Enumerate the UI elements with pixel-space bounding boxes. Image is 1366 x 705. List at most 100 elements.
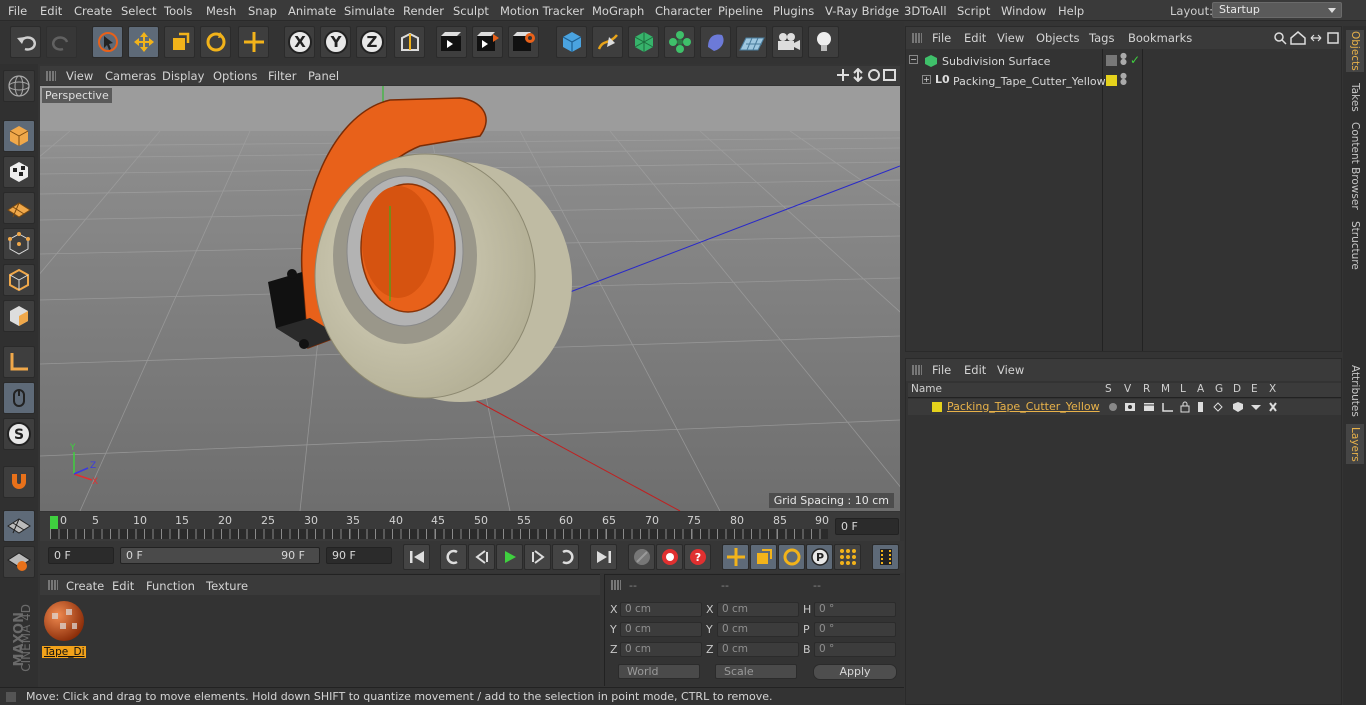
max-frame-field[interactable]: 90 F bbox=[326, 547, 392, 564]
redo-icon[interactable] bbox=[46, 26, 77, 58]
menu-select[interactable]: Select bbox=[121, 4, 156, 18]
play-icon[interactable] bbox=[496, 544, 523, 570]
key-position-icon[interactable] bbox=[722, 544, 749, 570]
tab-layers[interactable]: Layers bbox=[1346, 424, 1364, 464]
next-frame-icon[interactable] bbox=[524, 544, 551, 570]
tab-attributes[interactable]: Attributes bbox=[1346, 362, 1364, 420]
tweak-mode-icon[interactable] bbox=[3, 382, 35, 414]
menu-edit[interactable]: Edit bbox=[40, 4, 62, 18]
texture-mode-icon[interactable] bbox=[3, 156, 35, 188]
rotation-h-field[interactable]: 0 ° bbox=[814, 602, 896, 617]
timeline-ruler[interactable]: 0 5 10 15 20 25 30 35 40 45 50 55 60 65 … bbox=[40, 512, 900, 541]
rotation-p-field[interactable]: 0 ° bbox=[814, 622, 896, 637]
lock-workplane-icon[interactable] bbox=[3, 510, 35, 542]
layer-color-swatch[interactable] bbox=[932, 402, 942, 412]
vp-menu-panel[interactable]: Panel bbox=[308, 69, 339, 83]
object-row-packing-tape[interactable]: + L0 Packing_Tape_Cutter_Yellow ● ● bbox=[906, 71, 1341, 91]
menu-tools[interactable]: Tools bbox=[164, 4, 192, 18]
layer-name[interactable]: Packing_Tape_Cutter_Yellow bbox=[947, 400, 1100, 413]
object-row-subdivision[interactable]: − Subdivision Surface ● ● ✓ bbox=[906, 51, 1341, 71]
visibility-dots-icon[interactable]: ● ● bbox=[1120, 52, 1127, 66]
select-arrow-icon[interactable] bbox=[92, 26, 123, 58]
layer-col-m[interactable]: M bbox=[1161, 383, 1170, 395]
menu-character[interactable]: Character bbox=[655, 4, 712, 18]
mat-menu-create[interactable]: Create bbox=[66, 579, 104, 593]
menu-mograph[interactable]: MoGraph bbox=[592, 4, 644, 18]
collapse-toggle-icon[interactable]: − bbox=[909, 55, 918, 64]
layer-toggle-icons[interactable] bbox=[1108, 401, 1278, 416]
obj-menu-edit[interactable]: Edit bbox=[964, 31, 986, 45]
tab-content-browser[interactable]: Content Browser bbox=[1346, 120, 1364, 212]
menu-script[interactable]: Script bbox=[957, 4, 990, 18]
object-name[interactable]: Packing_Tape_Cutter_Yellow bbox=[953, 75, 1106, 88]
coord-system-dropdown[interactable]: World bbox=[618, 664, 700, 679]
menu-window[interactable]: Window bbox=[1001, 4, 1046, 18]
subdivision-icon[interactable] bbox=[628, 26, 659, 58]
menu-vray-bridge[interactable]: V-Ray Bridge bbox=[825, 4, 899, 18]
layer-col-name[interactable]: Name bbox=[911, 383, 942, 395]
scale-icon[interactable] bbox=[164, 26, 195, 58]
menu-simulate[interactable]: Simulate bbox=[344, 4, 395, 18]
layer-tag-icon[interactable] bbox=[1106, 55, 1117, 66]
position-z-field[interactable]: 0 cm bbox=[620, 642, 702, 657]
tab-takes[interactable]: Takes bbox=[1346, 78, 1364, 116]
object-name[interactable]: Subdivision Surface bbox=[942, 55, 1050, 68]
material-swatch[interactable]: Tape_Di bbox=[42, 599, 86, 659]
light-icon[interactable] bbox=[808, 26, 839, 58]
vp-menu-view[interactable]: View bbox=[66, 69, 93, 83]
expand-toggle-icon[interactable]: + bbox=[922, 75, 931, 84]
position-x-field[interactable]: 0 cm bbox=[620, 602, 702, 617]
obj-menu-bookmarks[interactable]: Bookmarks bbox=[1128, 31, 1192, 45]
end-frame-field[interactable]: 0 F bbox=[835, 518, 899, 535]
record-disabled-icon[interactable] bbox=[628, 544, 655, 570]
go-to-start-icon[interactable] bbox=[403, 544, 430, 570]
points-mode-icon[interactable] bbox=[3, 228, 35, 260]
undo-icon[interactable] bbox=[10, 26, 41, 58]
mat-menu-texture[interactable]: Texture bbox=[206, 579, 248, 593]
current-frame-field[interactable]: 0 F bbox=[48, 547, 114, 564]
size-y-field[interactable]: 0 cm bbox=[717, 622, 799, 637]
menu-motion-tracker[interactable]: Motion Tracker bbox=[500, 4, 584, 18]
workplane-mode-icon[interactable] bbox=[3, 192, 35, 224]
move-add-icon[interactable] bbox=[238, 26, 269, 58]
y-axis-icon[interactable]: Y bbox=[320, 26, 351, 58]
prev-key-icon[interactable] bbox=[440, 544, 467, 570]
tab-objects[interactable]: Objects bbox=[1346, 30, 1364, 72]
mat-menu-function[interactable]: Function bbox=[146, 579, 195, 593]
mode-sphere-icon[interactable] bbox=[3, 70, 35, 102]
perspective-label[interactable]: Perspective bbox=[42, 88, 112, 103]
menu-sculpt[interactable]: Sculpt bbox=[453, 4, 489, 18]
key-pla-icon[interactable] bbox=[834, 544, 861, 570]
layer-col-g[interactable]: G bbox=[1215, 383, 1223, 395]
menu-mesh[interactable]: Mesh bbox=[206, 4, 236, 18]
layout-dropdown[interactable]: Startup bbox=[1212, 2, 1342, 18]
autokey-icon[interactable] bbox=[656, 544, 683, 570]
layer-col-s[interactable]: S bbox=[1105, 383, 1112, 395]
size-z-field[interactable]: 0 cm bbox=[717, 642, 799, 657]
mograph-cloner-icon[interactable] bbox=[664, 26, 695, 58]
vp-menu-display[interactable]: Display bbox=[162, 69, 204, 83]
floor-icon[interactable] bbox=[736, 26, 767, 58]
coord-mode-dropdown[interactable]: Scale bbox=[715, 664, 797, 679]
vp-menu-filter[interactable]: Filter bbox=[268, 69, 296, 83]
layer-col-l[interactable]: L bbox=[1180, 383, 1186, 395]
menu-render[interactable]: Render bbox=[403, 4, 444, 18]
menu-animate[interactable]: Animate bbox=[288, 4, 336, 18]
viewport-nav-icons[interactable] bbox=[836, 67, 898, 85]
layer-col-a[interactable]: A bbox=[1197, 383, 1204, 395]
x-axis-icon[interactable]: X bbox=[284, 26, 315, 58]
menu-file[interactable]: File bbox=[8, 4, 27, 18]
playhead-marker[interactable] bbox=[50, 516, 58, 530]
layer-row[interactable]: Packing_Tape_Cutter_Yellow bbox=[908, 399, 1341, 415]
axis-mode-icon[interactable] bbox=[3, 346, 35, 378]
layer-menu-edit[interactable]: Edit bbox=[964, 363, 986, 377]
world-coords-icon[interactable] bbox=[394, 26, 425, 58]
solo-icon[interactable]: S bbox=[3, 418, 35, 450]
vp-menu-options[interactable]: Options bbox=[213, 69, 257, 83]
cube-icon[interactable] bbox=[556, 26, 587, 58]
snap-settings-icon[interactable] bbox=[3, 546, 35, 578]
model-mode-icon[interactable] bbox=[3, 120, 35, 152]
obj-menu-file[interactable]: File bbox=[932, 31, 951, 45]
layer-color-swatch[interactable] bbox=[1106, 75, 1117, 86]
layer-col-x[interactable]: X bbox=[1269, 383, 1276, 395]
